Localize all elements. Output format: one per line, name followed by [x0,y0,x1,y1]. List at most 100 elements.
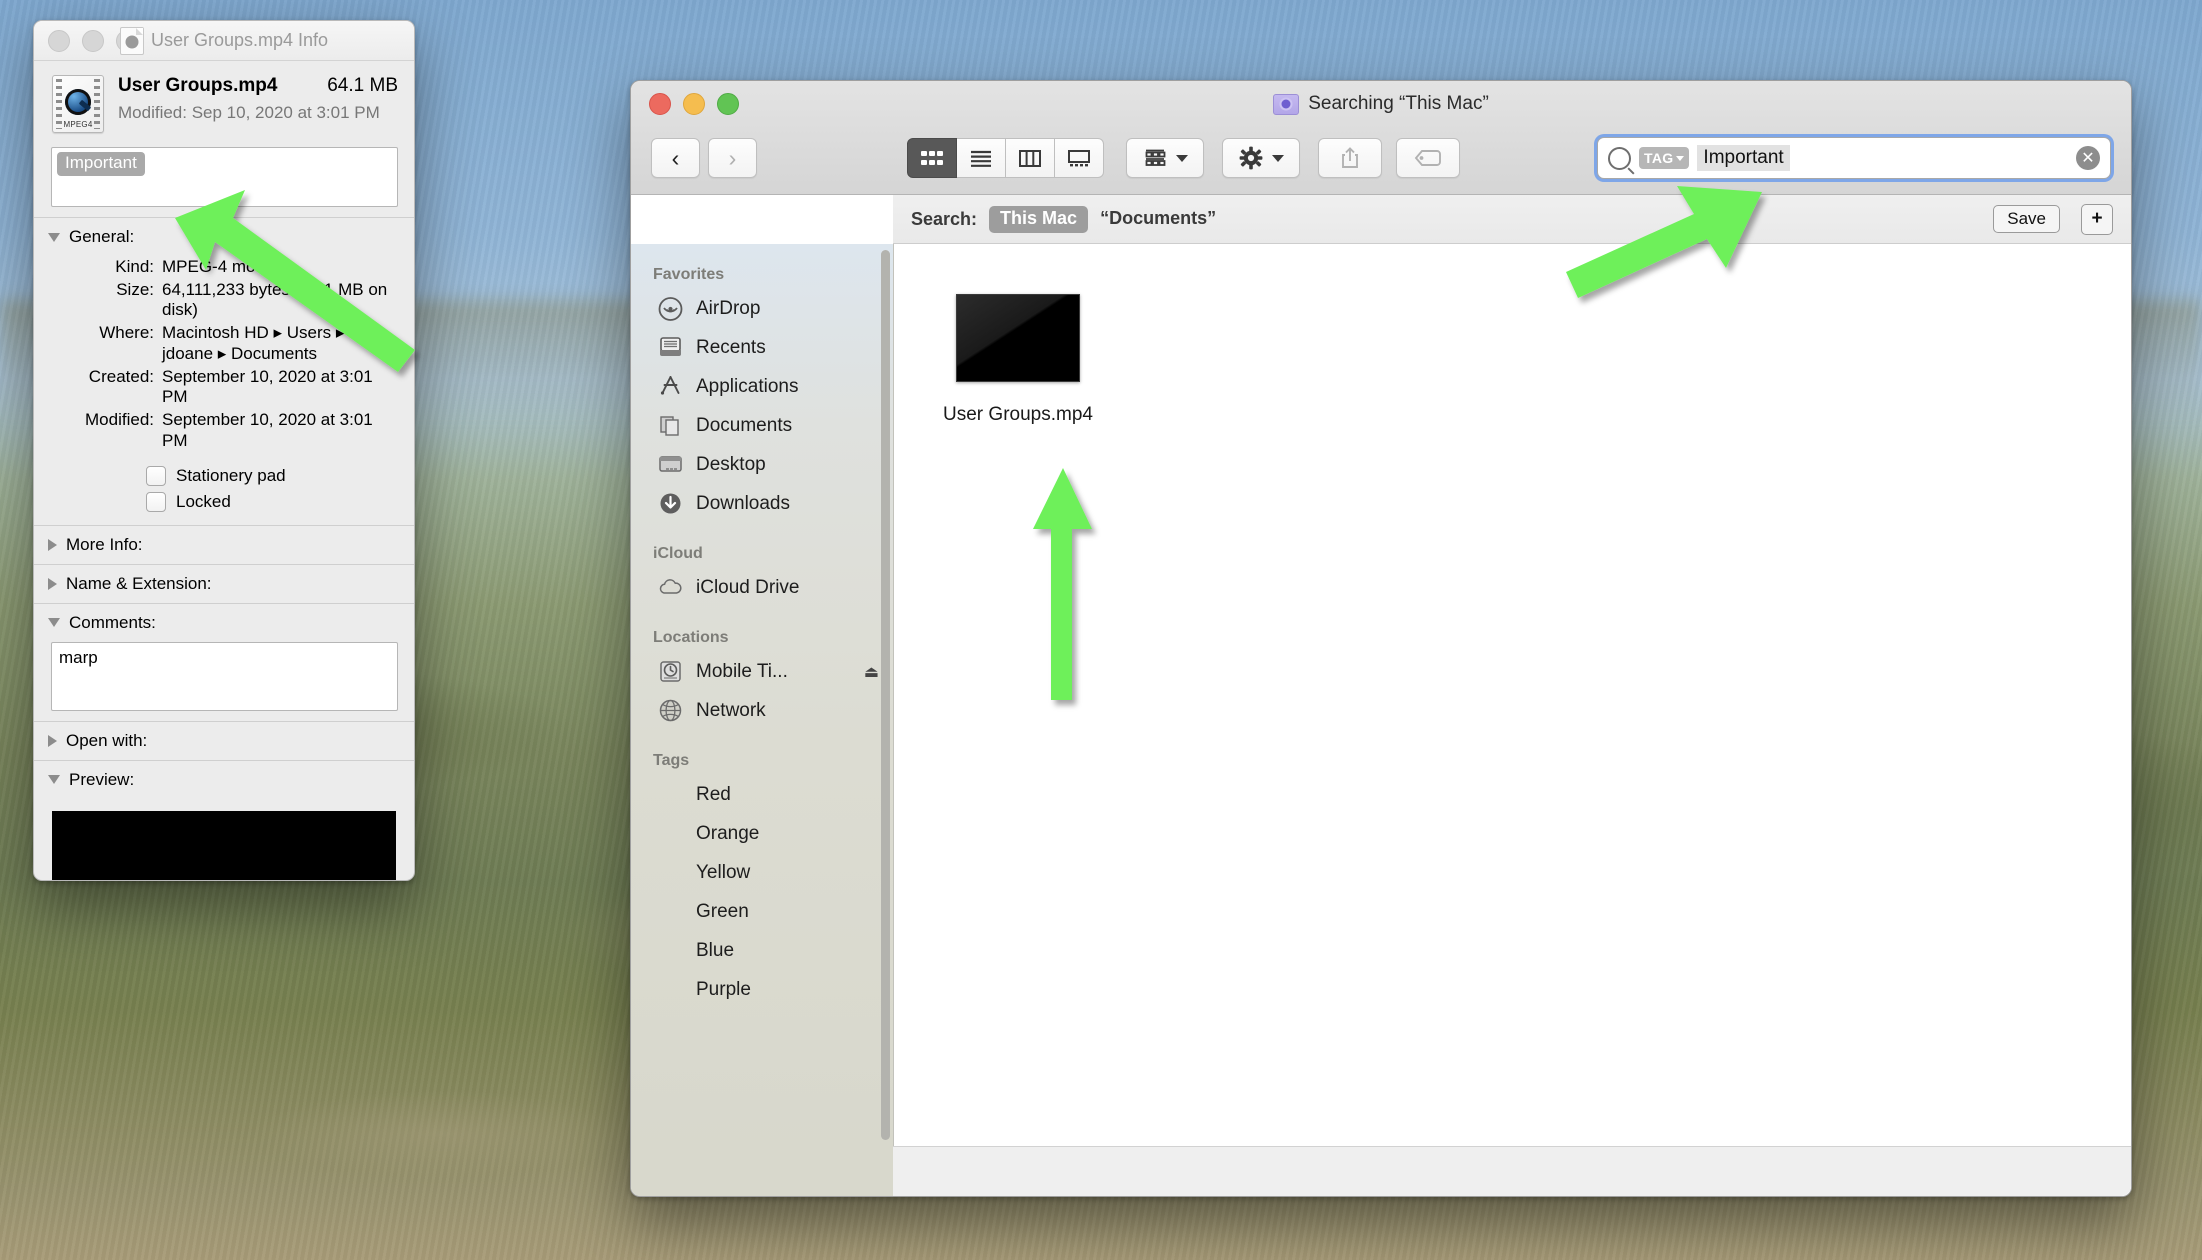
back-button[interactable]: ‹ [651,138,700,178]
column-view-button[interactable] [1006,138,1055,178]
disclosure-triangle-down-icon[interactable] [48,232,60,242]
info-row-kind-value: MPEG-4 movie [162,257,278,276]
section-comments[interactable]: Comments: [34,604,414,642]
sidebar-item-documents[interactable]: Documents [631,406,893,445]
search-input[interactable]: Important [1697,145,1790,171]
zoom-button[interactable] [717,93,739,115]
comments-input[interactable]: marp [51,641,398,711]
zoom-button[interactable] [116,29,138,52]
sidebar-item-label: Mobile Ti... [696,660,788,682]
sidebar-scrollbar[interactable] [881,250,890,1140]
applications-icon [657,373,684,400]
search-token-label: TAG [1644,150,1674,166]
close-button[interactable] [649,93,671,115]
locked-row[interactable]: Locked [34,489,414,515]
sidebar-item-mobile-time-machine[interactable]: Mobile Ti... ⏏ [631,652,893,691]
tag-dot-icon [657,859,684,886]
stationery-pad-row[interactable]: Stationery pad [34,463,414,489]
general-rows: Kind: MPEG-4 movie Size: 64,111,233 byte… [34,256,414,453]
clear-search-button[interactable]: ✕ [2076,146,2100,170]
sidebar-header-icloud: iCloud [653,545,703,562]
sidebar-item-recents[interactable]: Recents [631,328,893,367]
finder-window[interactable]: Searching “This Mac” ‹ › TAG Important ✕… [630,80,2132,1197]
add-criteria-button[interactable]: + [2081,203,2113,235]
comments-value: marp [59,647,98,667]
eject-icon[interactable]: ⏏ [864,662,879,682]
disclosure-triangle-right-icon[interactable] [48,734,57,747]
tag-icon [1414,150,1441,166]
section-open-with[interactable]: Open with: [34,722,414,760]
info-row-created: Created: September 10, 2020 at 3:01 PM [34,366,414,409]
sidebar-item-applications[interactable]: Applications [631,367,893,406]
info-row-modified: Modified: September 10, 2020 at 3:01 PM [34,409,414,452]
section-general[interactable]: General: [34,218,414,256]
scope-this-mac[interactable]: This Mac [989,205,1089,233]
search-field[interactable]: TAG Important ✕ [1597,137,2111,179]
finder-sidebar[interactable]: Favorites AirDrop Recents Applications D… [631,244,894,1196]
tag-dot-icon [657,898,684,925]
sidebar-item-label: iCloud Drive [696,576,800,598]
list-view-button[interactable] [957,138,1006,178]
search-scope-bar: Search: This Mac “Documents” Save + [893,195,2131,244]
back-icon: ‹ [671,144,680,171]
navigation-buttons: ‹ › [651,138,757,178]
share-button[interactable] [1318,138,1382,178]
disclosure-triangle-down-icon[interactable] [48,775,60,785]
sidebar-item-label: Network [696,699,766,721]
sidebar-tag-purple[interactable]: Purple [631,970,893,1009]
sidebar-tag-blue[interactable]: Blue [631,931,893,970]
minimize-button[interactable] [683,93,705,115]
save-search-button[interactable]: Save [1993,205,2060,233]
locked-checkbox[interactable] [146,491,166,512]
info-modified-summary: Modified: Sep 10, 2020 at 3:01 PM [118,103,380,122]
disclosure-triangle-right-icon[interactable] [48,577,57,590]
info-row-where: Where: Macintosh HD ▸ Users ▸ jdoane ▸ D… [34,322,414,365]
sidebar-item-downloads[interactable]: Downloads [631,484,893,523]
info-row-kind: Kind: MPEG-4 movie [34,256,414,279]
finder-window-controls[interactable] [649,93,739,115]
tag-dot-icon [657,976,684,1003]
share-icon [1342,147,1358,168]
action-gear-button[interactable] [1222,138,1300,178]
finder-toolbar[interactable]: Searching “This Mac” ‹ › TAG Important ✕ [631,81,2131,195]
sidebar-tag-red[interactable]: Red [631,775,893,814]
tag-dot-icon [657,781,684,808]
sidebar-item-network[interactable]: Network [631,691,893,730]
get-info-window[interactable]: User Groups.mp4 Info MPEG4 User Groups.m… [33,20,415,881]
info-titlebar[interactable]: User Groups.mp4 Info [34,21,414,61]
forward-button[interactable]: › [708,138,757,178]
finder-window-title: Searching “This Mac” [1308,93,1489,114]
disclosure-triangle-down-icon[interactable] [48,618,60,628]
sidebar-header-locations: Locations [653,629,729,646]
stationery-pad-checkbox[interactable] [146,465,166,486]
disclosure-triangle-right-icon[interactable] [48,538,57,551]
gallery-view-icon [1068,150,1090,167]
finder-results-area[interactable]: User Groups.mp4 [894,244,2131,1196]
gallery-view-button[interactable] [1055,138,1104,178]
section-preview[interactable]: Preview: [34,761,414,799]
file-item[interactable]: User Groups.mp4 [938,294,1098,426]
info-row-modified-key: Modified: [85,410,154,430]
section-name-extension[interactable]: Name & Extension: [34,565,414,603]
scope-documents[interactable]: “Documents” [1100,206,1227,233]
close-button[interactable] [48,29,70,52]
section-more-info[interactable]: More Info: [34,526,414,564]
search-token-tag[interactable]: TAG [1639,147,1690,169]
minimize-button[interactable] [82,29,104,52]
tag-button[interactable] [1396,138,1460,178]
icon-view-button[interactable] [907,138,957,178]
tag-token-important[interactable]: Important [57,152,145,176]
sidebar-tag-yellow[interactable]: Yellow [631,853,893,892]
documents-icon [657,412,684,439]
tags-field[interactable]: Important [51,147,398,207]
sidebar-item-icloud-drive[interactable]: iCloud Drive [631,568,893,607]
sidebar-item-airdrop[interactable]: AirDrop [631,289,893,328]
gear-icon [1239,146,1263,170]
group-by-button[interactable] [1126,138,1204,178]
sidebar-item-desktop[interactable]: Desktop [631,445,893,484]
sidebar-tag-green[interactable]: Green [631,892,893,931]
sidebar-tag-orange[interactable]: Orange [631,814,893,853]
info-window-controls[interactable] [48,29,138,52]
info-window-body: MPEG4 User Groups.mp4 64.1 MB Modified: … [34,61,414,880]
group-by-icon [1145,149,1166,166]
